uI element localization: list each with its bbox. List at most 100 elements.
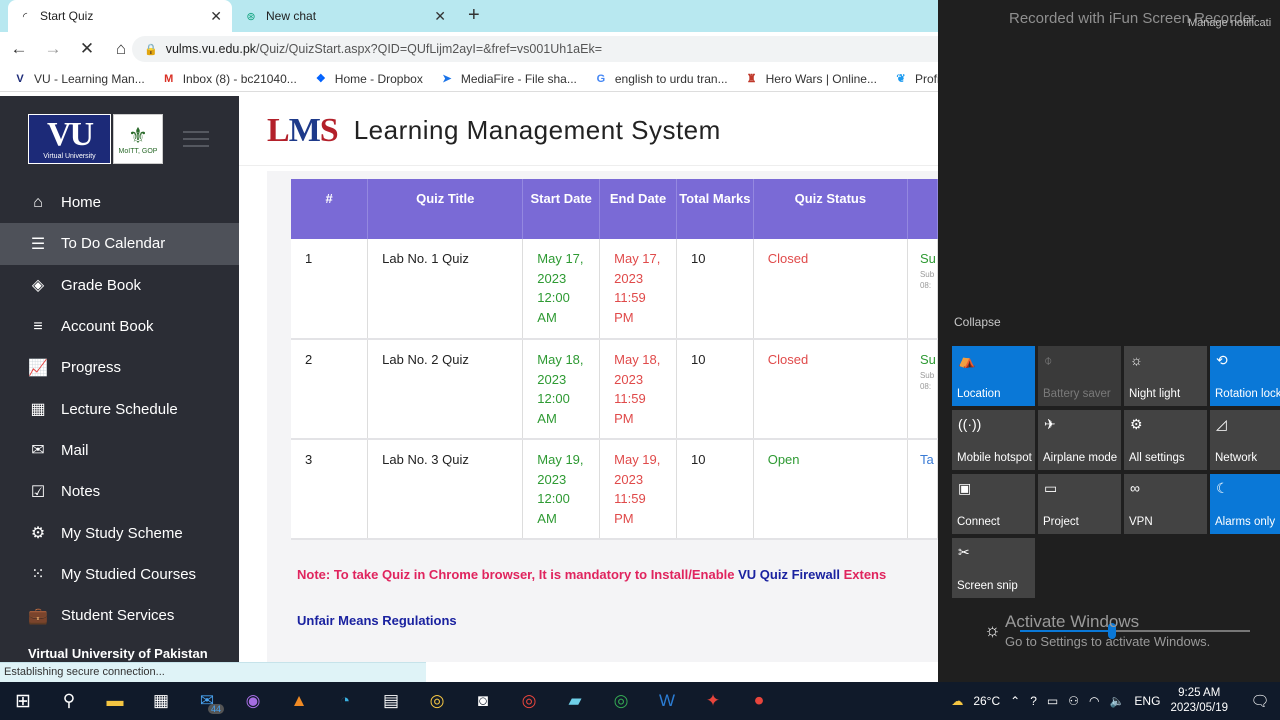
loading-spinner-icon: ◜: [22, 10, 28, 23]
col-header-start-date: Start Date: [522, 179, 601, 239]
quick-actions-grid: ⛺ Location ⌽ Battery saver ☼ Night light ⟲ R…: [952, 346, 1280, 598]
cell-start-date: May 19, 2023 12:00 AM: [522, 439, 601, 540]
battery-icon[interactable]: ▭: [1047, 694, 1058, 708]
unfair-means-link[interactable]: Unfair Means Regulations: [297, 613, 457, 628]
tile-mobile-hotspot[interactable]: ((·)) Mobile hotspot: [952, 410, 1035, 470]
chevron-up-icon[interactable]: ⌃: [1010, 694, 1020, 708]
tile-alarms-only[interactable]: ☾ Alarms only: [1210, 474, 1280, 534]
sidebar-item-my-studied-courses[interactable]: ⁙ My Studied Courses: [0, 554, 239, 595]
vu-icon: V: [16, 72, 24, 85]
cell-overflow[interactable]: Ta: [907, 439, 938, 540]
app-icon[interactable]: ✦: [690, 682, 736, 720]
lms-logo[interactable]: LMS: [267, 112, 339, 150]
address-bar[interactable]: 🔒 vulms.vu.edu.pk/Quiz/QuizStart.aspx?QI…: [132, 36, 952, 62]
lock-icon[interactable]: 🔒: [144, 43, 158, 56]
home-icon: ⌂: [33, 193, 43, 211]
tab-start-quiz[interactable]: ◜ Start Quiz ✕: [8, 0, 232, 32]
bookmark-hero-wars[interactable]: ♜ Hero Wars | Online...: [744, 72, 877, 86]
sidebar-item-to-do-calendar[interactable]: ☰ To Do Calendar: [0, 223, 239, 265]
wifi-icon[interactable]: ◠: [1089, 694, 1099, 708]
tab-new-chat[interactable]: ⊛ New chat ✕: [234, 0, 456, 32]
manage-notifications-link[interactable]: Manage notificati: [1188, 17, 1271, 29]
back-button[interactable]: ←: [4, 34, 34, 64]
sidebar-item-lecture-schedule[interactable]: ▦ Lecture Schedule: [0, 388, 239, 429]
sidebar-item-notes[interactable]: ☑ Notes: [0, 471, 239, 512]
forward-button[interactable]: →: [38, 34, 68, 64]
new-tab-button[interactable]: +: [468, 4, 480, 27]
tile-all-settings[interactable]: ⚙ All settings: [1124, 410, 1207, 470]
tile-screen-snip[interactable]: ✂ Screen snip: [952, 538, 1035, 598]
sidebar-item-account-book[interactable]: ≡ Account Book: [0, 306, 239, 347]
camera-icon[interactable]: ◙: [460, 682, 506, 720]
cell-quiz-status: Open: [753, 439, 908, 540]
file-explorer-icon[interactable]: ▬: [92, 682, 138, 720]
sidebar-item-home[interactable]: ⌂ Home: [0, 182, 239, 223]
language-indicator[interactable]: ENG: [1134, 694, 1160, 708]
tor-browser-icon[interactable]: ◉: [230, 682, 276, 720]
sidebar-item-my-study-scheme[interactable]: ⚙ My Study Scheme: [0, 512, 239, 553]
tile-rotation-lock[interactable]: ⟲ Rotation lock: [1210, 346, 1280, 406]
bookmark-twitter[interactable]: ❦Profile / Twitter: [893, 72, 938, 86]
tile-night-light[interactable]: ☼ Night light: [1124, 346, 1207, 406]
tile-location[interactable]: ⛺ Location: [952, 346, 1035, 406]
bookmark-mediafire[interactable]: ➤ MediaFire - File sha...: [439, 72, 577, 86]
collapse-button[interactable]: Collapse: [954, 315, 1001, 329]
tile-connect[interactable]: ▣ Connect: [952, 474, 1035, 534]
mail-icon[interactable]: ✉ 44: [184, 682, 230, 720]
layers-icon: ◈: [31, 277, 45, 295]
chrome-icon[interactable]: ◎: [414, 682, 460, 720]
chrome-note: Note: To take Quiz in Chrome browser, It…: [297, 567, 887, 582]
gear-icon: ⚙: [30, 525, 46, 543]
col-header-overflow: [907, 179, 938, 239]
sidebar-item-grade-book[interactable]: ◈ Grade Book: [0, 265, 239, 306]
calculator-icon[interactable]: ▤: [368, 682, 414, 720]
search-icon[interactable]: ⚲: [46, 682, 92, 720]
col-header-end-date: End Date: [599, 179, 677, 239]
tile-network[interactable]: ◿ Network: [1210, 410, 1280, 470]
close-icon[interactable]: ✕: [210, 8, 222, 25]
store-icon[interactable]: ▦: [138, 682, 184, 720]
battery-saver-icon: ⌽: [1044, 352, 1053, 368]
crest-icon: ⚜: [128, 122, 148, 148]
bookmark-dropbox[interactable]: ❖ Home - Dropbox: [313, 72, 423, 86]
chatgpt-icon: ⊛: [246, 10, 256, 23]
tile-vpn[interactable]: ∞ VPN: [1124, 474, 1207, 534]
lms-sidebar: VU Virtual University ⚜ MoITT, GOP ⌂ Home…: [0, 96, 239, 662]
edge-icon[interactable]: ◔: [322, 682, 368, 720]
weather-temp[interactable]: 26°C: [973, 694, 1000, 708]
take-quiz-link[interactable]: Ta: [920, 450, 937, 470]
people-icon[interactable]: ⚇: [1068, 694, 1079, 708]
bookmark-google-translate[interactable]: Genglish to urdu tran...: [593, 72, 728, 86]
sidebar-item-student-services[interactable]: 💼 Student Services: [0, 595, 239, 636]
cell-quiz-status: Closed: [753, 339, 908, 440]
mail-badge: 44: [207, 704, 224, 714]
tile-project[interactable]: ▭ Project: [1038, 474, 1121, 534]
volume-icon[interactable]: 🔈: [1109, 694, 1124, 708]
weather-icon[interactable]: ☁: [951, 694, 963, 708]
close-icon[interactable]: ✕: [434, 8, 446, 25]
start-button[interactable]: ⊞: [0, 682, 46, 720]
screen-recorder-icon[interactable]: ⏺: [736, 682, 782, 720]
hamburger-menu-icon[interactable]: [183, 131, 209, 147]
notepad-icon[interactable]: ▰: [552, 682, 598, 720]
chrome-profile-icon[interactable]: ◎: [506, 682, 552, 720]
cell-end-date: May 18, 2023 11:59 PM: [599, 339, 677, 440]
sidebar-item-mail[interactable]: ✉ Mail: [0, 430, 239, 471]
bookmark-gmail[interactable]: M Inbox (8) - bc21040...: [161, 72, 297, 86]
tile-battery-saver[interactable]: ⌽ Battery saver: [1038, 346, 1121, 406]
vu-quiz-firewall-link[interactable]: VU Quiz Firewall: [738, 567, 840, 582]
tile-airplane-mode[interactable]: ✈ Airplane mode: [1038, 410, 1121, 470]
briefcase-icon: 💼: [28, 607, 48, 625]
col-header-total-marks: Total Marks: [676, 179, 754, 239]
stop-button[interactable]: ✕: [72, 34, 102, 64]
chrome-vpn-icon[interactable]: ◎: [598, 682, 644, 720]
clock[interactable]: 9:25 AM 2023/05/19: [1170, 686, 1228, 716]
vu-logo[interactable]: VU Virtual University: [28, 114, 111, 164]
herowars-icon: ♜: [746, 73, 757, 85]
bookmark-vu[interactable]: V VU - Learning Man...: [12, 72, 144, 86]
sidebar-item-progress[interactable]: 📈 Progress: [0, 347, 239, 388]
help-icon[interactable]: ?: [1030, 694, 1037, 708]
vlc-icon[interactable]: ▲: [276, 682, 322, 720]
word-icon[interactable]: W: [644, 682, 690, 720]
notification-center-icon[interactable]: 🗨: [1240, 682, 1280, 720]
